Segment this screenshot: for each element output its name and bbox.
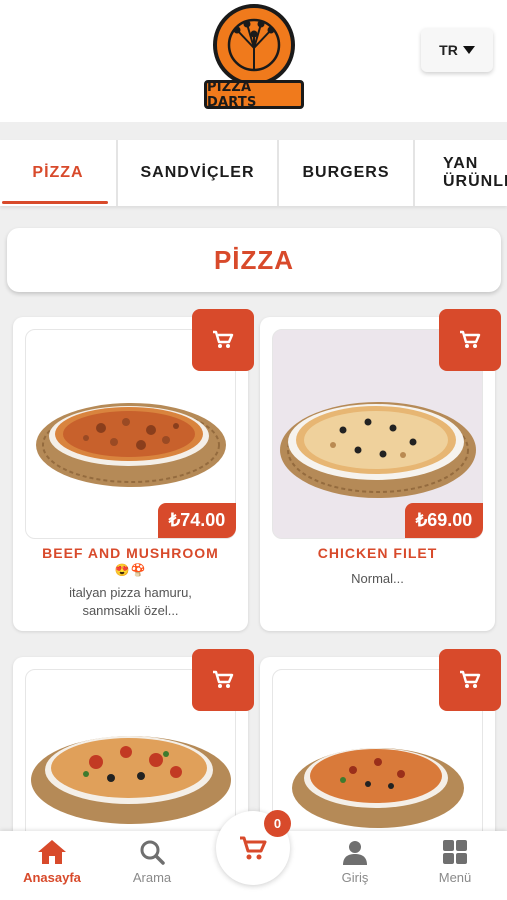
section-title: PİZZA (7, 228, 501, 292)
product-card[interactable]: ₺69.00 CHICKEN FILET Normal... (260, 309, 501, 631)
cart-icon (460, 670, 481, 688)
tab-label: BURGERS (302, 164, 390, 181)
cart-icon (213, 330, 234, 348)
user-icon (343, 841, 367, 865)
add-to-cart-button[interactable] (192, 649, 254, 711)
cart-icon (240, 836, 267, 860)
tab-yan-urunler[interactable]: YAN ÜRÜNLER (415, 140, 507, 206)
cart-icon (213, 670, 234, 688)
nav-menu[interactable]: Menü (415, 839, 495, 895)
nav-search[interactable]: Arama (112, 839, 192, 895)
nav-home[interactable]: Anasayfa (12, 839, 92, 895)
nav-label: Anasayfa (23, 870, 81, 885)
price-badge: ₺74.00 (158, 503, 236, 538)
description-line: sanmsakli özel... (82, 603, 179, 618)
language-label: TR (439, 42, 458, 58)
product-name-text: BEEF AND MUSHROOM (42, 545, 219, 561)
app-header: PIZZA DARTS TR (0, 0, 507, 122)
add-to-cart-button[interactable] (439, 649, 501, 711)
product-emoji: 😍🍄 (114, 563, 147, 577)
logo-wordmark: PIZZA DARTS (204, 80, 304, 110)
category-tabs: PİZZA SANDVİÇLER BURGERS YAN ÜRÜNLER (0, 140, 507, 206)
tab-label: PİZZA (32, 164, 84, 181)
product-description: Normal... (351, 571, 404, 586)
product-card[interactable] (13, 649, 254, 879)
tab-burgers[interactable]: BURGERS (279, 140, 415, 206)
price-badge: ₺69.00 (405, 503, 483, 538)
product-name: BEEF AND MUSHROOM 😍🍄 (13, 545, 248, 578)
caret-down-icon (462, 46, 475, 54)
cart-icon (460, 330, 481, 348)
nav-label: Menü (438, 870, 472, 885)
add-to-cart-button[interactable] (192, 309, 254, 371)
dartboard-icon (213, 4, 295, 86)
product-card[interactable]: ₺74.00 BEEF AND MUSHROOM 😍🍄 italyan pizz… (13, 309, 254, 631)
tab-label: SANDVİÇLER (140, 164, 255, 181)
cart-count-badge: 0 (264, 810, 291, 837)
nav-label: Arama (132, 870, 172, 885)
product-name: CHICKEN FILET (317, 545, 438, 561)
tab-sandvicler[interactable]: SANDVİÇLER (118, 140, 279, 206)
nav-login[interactable]: Giriş (315, 839, 395, 895)
home-icon (38, 840, 66, 864)
product-description: italyan pizza hamuru, sanmsakli özel... (33, 584, 228, 620)
grid-icon (443, 840, 467, 864)
description-line: italyan pizza hamuru, (69, 585, 192, 600)
tab-pizza[interactable]: PİZZA (0, 140, 118, 206)
language-selector[interactable]: TR (421, 28, 493, 72)
search-icon (140, 840, 165, 865)
add-to-cart-button[interactable] (439, 309, 501, 371)
nav-label: Giriş (341, 870, 369, 885)
product-card[interactable] (260, 649, 501, 879)
brand-logo[interactable]: PIZZA DARTS (204, 4, 304, 110)
tab-label: YAN ÜRÜNLER (443, 155, 507, 190)
